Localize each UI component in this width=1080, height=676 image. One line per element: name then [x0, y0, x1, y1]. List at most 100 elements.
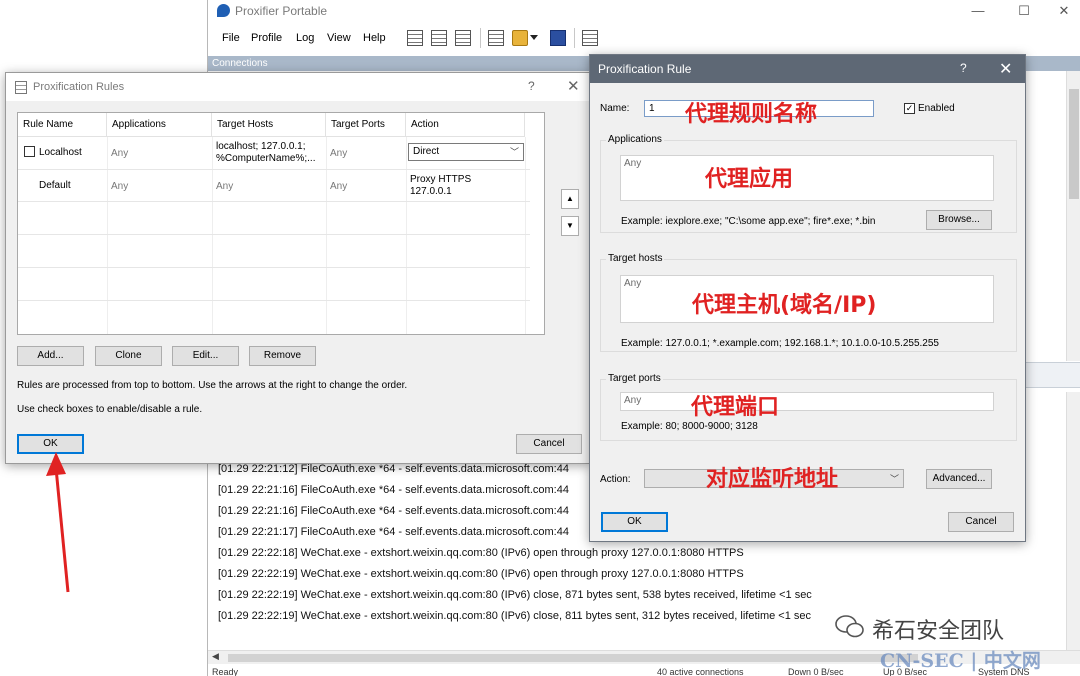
annotation-ports: 代理端口	[691, 395, 780, 420]
column-divider	[107, 137, 108, 334]
action-select[interactable]: Direct ﹀	[408, 143, 524, 161]
connections-view-icon[interactable]	[407, 30, 423, 46]
column-header-applications[interactable]: Applications	[107, 113, 212, 137]
new-profile-icon[interactable]	[488, 30, 504, 46]
cancel-button[interactable]: Cancel	[516, 434, 582, 454]
chevron-down-icon[interactable]	[530, 35, 538, 40]
maximize-icon[interactable]: ☐	[1014, 3, 1034, 19]
advanced-button[interactable]: Advanced...	[926, 469, 992, 489]
target-ports-cell: Any	[330, 181, 348, 192]
remove-rule-button[interactable]: Remove	[249, 346, 316, 366]
close-icon[interactable]: ✕	[1054, 3, 1074, 19]
rule-dialog-titlebar: Proxification Rule ? ✕	[590, 55, 1025, 83]
proxification-rules-dialog: Proxification Rules ? ✕ Rule Name Applic…	[5, 72, 590, 464]
menu-file[interactable]: File	[222, 32, 240, 44]
proxy-servers-icon[interactable]	[582, 30, 598, 46]
rule-enabled-checkbox[interactable]	[24, 146, 35, 157]
rule-name-cell: Default	[39, 180, 71, 191]
main-window-title: Proxifier Portable	[235, 4, 328, 18]
toolbar-separator-2	[574, 28, 575, 48]
applications-group-title: Applications	[606, 134, 664, 145]
target-ports-group-title: Target ports	[606, 373, 663, 384]
rule-cancel-button[interactable]: Cancel	[948, 512, 1014, 532]
red-arrow-shaft	[54, 467, 70, 593]
row-divider	[18, 267, 530, 268]
menu-view[interactable]: View	[327, 32, 351, 44]
scroll-left-icon[interactable]: ◀	[212, 651, 219, 662]
edit-rule-button[interactable]: Edit...	[172, 346, 239, 366]
column-divider	[406, 137, 407, 334]
status-connections: 40 active connections	[657, 667, 744, 676]
scroll-thumb[interactable]	[1069, 89, 1079, 199]
log-line: [01.29 22:22:19] WeChat.exe - extshort.w…	[218, 610, 811, 622]
target-ports-example: Example: 80; 8000-9000; 3128	[621, 421, 758, 432]
name-label: Name:	[600, 103, 630, 114]
statistics-view-icon[interactable]	[455, 30, 471, 46]
target-ports-cell: Any	[330, 148, 348, 159]
minimize-icon[interactable]: —	[968, 3, 988, 19]
enabled-checkbox[interactable]: ✓	[904, 103, 915, 114]
applications-cell: Any	[111, 181, 129, 192]
move-up-button[interactable]: ▲	[561, 189, 579, 209]
action-label: Action:	[600, 474, 631, 485]
rule-ok-button[interactable]: OK	[601, 512, 668, 532]
rules-dialog-title: Proxification Rules	[33, 81, 125, 93]
annotation-listen-address: 对应监听地址	[706, 467, 839, 492]
watermark-site: CN-SEC | 中文网	[880, 650, 1041, 672]
rules-checkbox-note: Use check boxes to enable/disable a rule…	[17, 404, 203, 415]
help-icon[interactable]: ?	[528, 79, 535, 93]
log-scrollbar[interactable]	[1066, 392, 1080, 650]
wechat-logo-icon	[835, 615, 864, 638]
toolbar-separator	[480, 28, 481, 48]
menu-bar: File Profile Log View Help	[208, 26, 1080, 50]
main-titlebar: Proxifier Portable — ☐ ✕	[208, 0, 1080, 22]
red-arrow-pointer	[46, 452, 70, 593]
log-line: [01.29 22:22:19] WeChat.exe - extshort.w…	[218, 589, 812, 601]
move-down-button[interactable]: ▼	[561, 216, 579, 236]
browse-button[interactable]: Browse...	[926, 210, 992, 230]
column-header-action[interactable]: Action	[406, 113, 525, 137]
traffic-view-icon[interactable]	[431, 30, 447, 46]
menu-help[interactable]: Help	[363, 32, 386, 44]
rules-order-note: Rules are processed from top to bottom. …	[17, 380, 408, 391]
column-divider	[212, 137, 213, 334]
action-select-value: Direct	[413, 146, 440, 157]
applications-textarea[interactable]: Any	[620, 155, 994, 201]
annotation-applications: 代理应用	[705, 167, 794, 192]
save-disk-icon[interactable]	[550, 30, 566, 46]
menu-profile[interactable]: Profile	[251, 32, 282, 44]
target-hosts-cell: localhost; 127.0.0.1;	[216, 141, 306, 152]
column-header-target-ports[interactable]: Target Ports	[326, 113, 406, 137]
clone-rule-button[interactable]: Clone	[95, 346, 162, 366]
red-arrow-head	[46, 452, 66, 476]
row-divider	[18, 300, 530, 301]
column-header-target-hosts[interactable]: Target Hosts	[212, 113, 326, 137]
applications-cell: Any	[111, 148, 129, 159]
open-folder-icon[interactable]	[512, 30, 528, 46]
annotation-rule-name: 代理规则名称	[685, 102, 818, 127]
close-icon[interactable]: ✕	[999, 59, 1012, 79]
connections-scrollbar[interactable]	[1066, 71, 1080, 361]
menu-log[interactable]: Log	[296, 32, 314, 44]
help-icon[interactable]: ?	[960, 61, 967, 75]
chevron-down-icon: ﹀	[889, 474, 899, 484]
target-ports-value: Any	[624, 395, 642, 406]
rules-table: Rule Name Applications Target Hosts Targ…	[17, 112, 545, 335]
close-icon[interactable]: ✕	[567, 77, 580, 95]
row-divider	[18, 169, 530, 170]
column-divider	[326, 137, 327, 334]
action-cell-line2: 127.0.0.1	[410, 186, 452, 197]
log-line: [01.29 22:22:19] WeChat.exe - extshort.w…	[218, 568, 744, 580]
target-hosts-example: Example: 127.0.0.1; *.example.com; 192.1…	[621, 338, 939, 349]
target-ports-input[interactable]: Any	[620, 392, 994, 411]
proxifier-logo-icon	[217, 4, 230, 17]
enabled-label: Enabled	[918, 103, 955, 114]
hscroll-thumb[interactable]	[228, 654, 918, 662]
column-header-rule-name[interactable]: Rule Name	[18, 113, 107, 137]
rules-document-icon	[15, 81, 27, 94]
rule-name-cell: Localhost	[39, 147, 82, 158]
add-rule-button[interactable]: Add...	[17, 346, 84, 366]
action-cell: Proxy HTTPS	[410, 174, 472, 185]
annotation-hosts: 代理主机(域名/IP)	[692, 293, 877, 318]
log-line: [01.29 22:21:12] FileCoAuth.exe *64 - se…	[218, 463, 569, 475]
